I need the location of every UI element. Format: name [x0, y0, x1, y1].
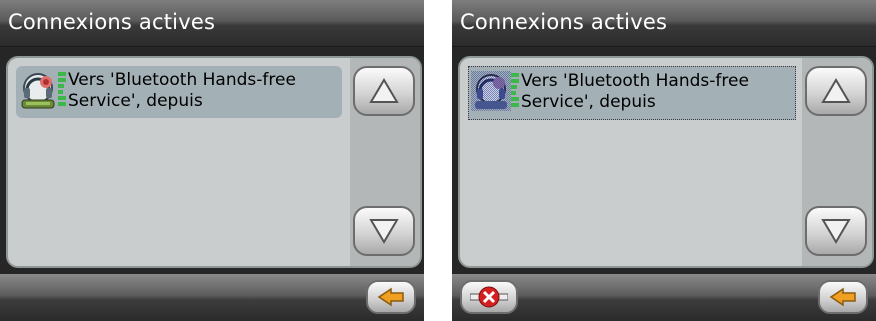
- connection-line-1: Vers 'Bluetooth Hands-free: [521, 71, 749, 91]
- connections-list: Vers 'Bluetooth Hands-free Service', dep…: [12, 62, 342, 258]
- arrow-down-icon: [821, 219, 851, 244]
- disconnect-icon: [470, 286, 508, 308]
- connection-list-item[interactable]: Vers 'Bluetooth Hands-free Service', dep…: [16, 66, 342, 118]
- scroll-up-button[interactable]: [805, 66, 867, 116]
- scrollbar: [802, 58, 872, 266]
- connections-list: Vers 'Bluetooth Hands-free Service', dep…: [464, 62, 796, 258]
- scroll-down-button[interactable]: [805, 206, 867, 256]
- connections-screen-right: Connexions actives Vers 'Bluetooth Hands…: [452, 0, 876, 321]
- connection-line-2: Service', depuis: [68, 91, 203, 111]
- back-button[interactable]: [366, 280, 416, 314]
- scroll-up-button[interactable]: [353, 66, 415, 116]
- connection-line-1: Vers 'Bluetooth Hands-free: [68, 70, 296, 90]
- signal-strength-icon: [58, 72, 66, 112]
- connection-list-item[interactable]: Vers 'Bluetooth Hands-free Service', dep…: [468, 66, 796, 120]
- title-bar: Connexions actives: [0, 0, 424, 47]
- connection-label: Vers 'Bluetooth Hands-free Service', dep…: [521, 71, 793, 113]
- arrow-up-icon: [821, 78, 851, 103]
- headset-icon: [471, 71, 511, 111]
- back-arrow-icon: [377, 287, 404, 307]
- arrow-up-icon: [369, 78, 399, 103]
- page-title: Connexions actives: [460, 10, 668, 34]
- page-title: Connexions actives: [8, 10, 216, 34]
- bottom-bar: [0, 274, 424, 321]
- scroll-down-button[interactable]: [353, 206, 415, 256]
- scrollbar: [350, 58, 420, 266]
- arrow-down-icon: [369, 219, 399, 244]
- bottom-bar: [452, 274, 876, 321]
- disconnect-button[interactable]: [460, 280, 518, 314]
- connection-label: Vers 'Bluetooth Hands-free Service', dep…: [68, 70, 340, 112]
- connections-panel: Vers 'Bluetooth Hands-free Service', dep…: [458, 56, 874, 268]
- connections-screen-left: Connexions actives Vers 'Bluetooth Hands…: [0, 0, 424, 321]
- connection-line-2: Service', depuis: [521, 92, 656, 112]
- connections-panel: Vers 'Bluetooth Hands-free Service', dep…: [6, 56, 422, 268]
- back-button[interactable]: [818, 280, 868, 314]
- back-arrow-icon: [829, 287, 856, 307]
- signal-strength-icon: [511, 73, 519, 113]
- title-bar: Connexions actives: [452, 0, 876, 47]
- headset-icon: [21, 73, 55, 109]
